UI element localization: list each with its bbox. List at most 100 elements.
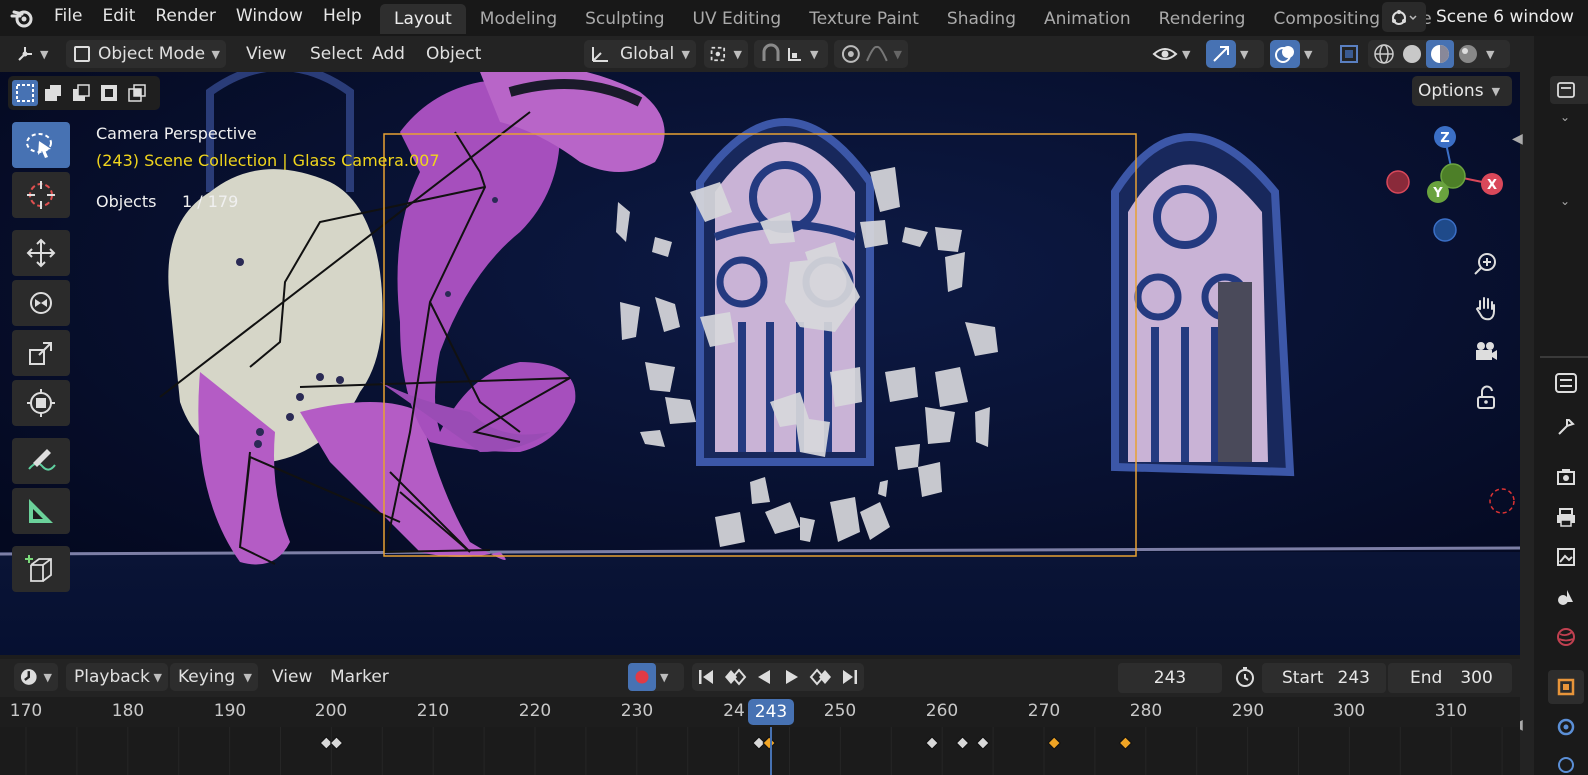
tool-add-cube[interactable] xyxy=(12,546,70,592)
playback-dropdown[interactable]: Playback ▼ xyxy=(66,663,168,691)
tool-transform[interactable] xyxy=(12,380,70,426)
timeline-keyframe-area[interactable] xyxy=(0,727,1520,775)
tab-physics[interactable] xyxy=(1548,748,1584,775)
menu-edit[interactable]: Edit xyxy=(92,0,145,36)
tool-cursor[interactable] xyxy=(12,172,70,218)
xray-toggle[interactable] xyxy=(1334,40,1364,68)
tab-layout[interactable]: Layout xyxy=(380,4,466,34)
menu-help[interactable]: Help xyxy=(313,0,372,36)
collapse-arrow-icon[interactable]: ◀ xyxy=(1512,131,1523,147)
keyframe-diamond[interactable] xyxy=(925,736,939,750)
auto-keying-group[interactable]: ▼ xyxy=(628,663,684,691)
properties-editor-button[interactable] xyxy=(1548,366,1584,400)
menu-add[interactable]: Add xyxy=(362,40,415,68)
prev-keyframe-icon[interactable] xyxy=(723,667,747,687)
keyframe-diamond[interactable] xyxy=(329,736,344,750)
next-keyframe-icon[interactable] xyxy=(809,667,833,687)
tab-shading[interactable]: Shading xyxy=(933,4,1030,34)
gizmo-toggle-group[interactable]: ▼ xyxy=(1206,40,1264,68)
select-invert-button[interactable] xyxy=(96,80,122,106)
overlays-toggle[interactable] xyxy=(1270,40,1300,68)
scene-name[interactable]: Scene 6 window xyxy=(1436,7,1574,27)
overlays-toggle-group[interactable]: ▼ xyxy=(1270,40,1328,68)
keyframe-diamond[interactable] xyxy=(1047,736,1061,750)
gizmo-neg-z[interactable] xyxy=(1433,218,1457,242)
end-frame-field[interactable]: End 300 xyxy=(1388,663,1512,693)
select-extend-button[interactable] xyxy=(40,80,66,106)
select-intersect-button[interactable] xyxy=(124,80,150,106)
wireframe-shading-icon[interactable] xyxy=(1370,42,1398,66)
start-frame-field[interactable]: Start 243 xyxy=(1262,663,1386,693)
solid-shading-icon[interactable] xyxy=(1398,42,1426,66)
scene-selector[interactable]: Scene 6 window xyxy=(1382,2,1588,32)
visibility-dropdown[interactable]: ▼ xyxy=(1152,40,1200,68)
gizmo-neg-x[interactable] xyxy=(1386,170,1410,194)
playhead-frame-badge[interactable]: 243 xyxy=(748,699,794,725)
chevron-down-icon-2[interactable]: ⌄ xyxy=(1560,194,1570,208)
tool-rotate[interactable] xyxy=(12,280,70,326)
scene-icon[interactable] xyxy=(1382,2,1426,32)
lock-camera-button[interactable] xyxy=(1466,378,1506,418)
use-preview-range-button[interactable] xyxy=(1230,663,1260,691)
keyframe-diamond[interactable] xyxy=(955,736,970,750)
menu-view[interactable]: View xyxy=(236,40,296,68)
pan-button[interactable] xyxy=(1466,288,1506,328)
tool-select-box[interactable] xyxy=(12,122,70,168)
tab-animation[interactable]: Animation xyxy=(1030,4,1145,34)
tab-tool[interactable] xyxy=(1548,410,1584,444)
camera-view-button[interactable] xyxy=(1466,332,1506,372)
rendered-shading-icon[interactable] xyxy=(1454,42,1482,66)
jump-start-icon[interactable] xyxy=(696,667,716,687)
timeline-view-menu[interactable]: View xyxy=(262,663,322,691)
tool-measure[interactable] xyxy=(12,488,70,534)
tool-move[interactable] xyxy=(12,230,70,276)
menu-object[interactable]: Object xyxy=(416,40,491,68)
options-dropdown[interactable]: Options ▼ xyxy=(1412,76,1512,106)
gizmo-toggle[interactable] xyxy=(1206,40,1236,68)
select-subtract-button[interactable] xyxy=(68,80,94,106)
mode-dropdown[interactable]: Object Mode ▼ xyxy=(66,40,226,68)
auto-keying-toggle[interactable] xyxy=(628,663,656,691)
tab-modifiers[interactable] xyxy=(1548,710,1584,744)
snapping-group[interactable]: ▼ xyxy=(754,40,828,68)
3d-viewport[interactable]: Camera Perspective (243) Scene Collectio… xyxy=(0,72,1520,655)
timeline-marker-menu[interactable]: Marker xyxy=(320,663,399,691)
blender-logo-icon[interactable] xyxy=(0,0,44,36)
menu-file[interactable]: File xyxy=(44,0,92,36)
playhead-line[interactable] xyxy=(770,727,772,775)
tab-compositing[interactable]: Compositing xyxy=(1259,4,1394,34)
tab-scene[interactable] xyxy=(1548,580,1584,614)
tab-modeling[interactable]: Modeling xyxy=(466,4,571,34)
tab-texture-paint[interactable]: Texture Paint xyxy=(795,4,933,34)
orientation-dropdown[interactable]: Global ▼ xyxy=(584,40,696,68)
snap-toggle-icon[interactable] xyxy=(758,43,784,65)
proportional-editing-icon[interactable] xyxy=(838,43,864,65)
timeline-editor-type-button[interactable]: ▼ xyxy=(14,663,58,691)
tab-output[interactable] xyxy=(1548,500,1584,534)
play-icon[interactable] xyxy=(782,667,802,687)
chevron-down-icon[interactable]: ⌄ xyxy=(1560,110,1570,124)
tab-uv-editing[interactable]: UV Editing xyxy=(679,4,796,34)
navigation-gizmo[interactable]: Z X Y xyxy=(1380,124,1520,254)
material-shading-button[interactable] xyxy=(1426,40,1454,68)
proportional-falloff-icon[interactable] xyxy=(864,43,890,65)
tab-world[interactable] xyxy=(1548,620,1584,654)
play-reverse-icon[interactable] xyxy=(754,667,774,687)
editor-type-button[interactable]: ▼ xyxy=(14,40,58,68)
outliner-header[interactable] xyxy=(1550,76,1588,104)
shading-mode-group[interactable]: ▼ xyxy=(1368,40,1510,68)
timeline-ruler[interactable]: 170 180 190 200 210 220 230 24 250 260 2… xyxy=(0,697,1520,727)
tab-render[interactable] xyxy=(1548,460,1584,494)
keyframe-diamond[interactable] xyxy=(976,736,990,750)
tab-view-layer[interactable] xyxy=(1548,540,1584,574)
tab-rendering[interactable]: Rendering xyxy=(1145,4,1260,34)
menu-window[interactable]: Window xyxy=(226,0,313,36)
proportional-editing-group[interactable]: ▼ xyxy=(834,40,908,68)
menu-render[interactable]: Render xyxy=(145,0,226,36)
tool-annotate[interactable] xyxy=(12,438,70,484)
current-frame-field[interactable]: 243 xyxy=(1118,663,1222,693)
pivot-point-dropdown[interactable]: ▼ xyxy=(704,40,748,68)
select-new-button[interactable] xyxy=(12,80,38,106)
tab-sculpting[interactable]: Sculpting xyxy=(571,4,678,34)
tool-scale[interactable] xyxy=(12,330,70,376)
